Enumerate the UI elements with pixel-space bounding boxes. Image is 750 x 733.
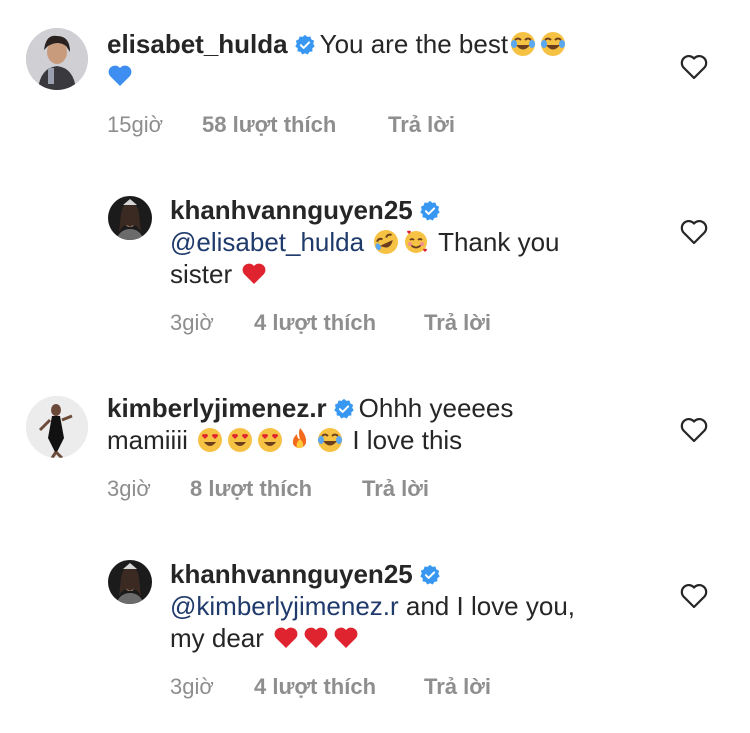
like-heart-icon[interactable]	[680, 54, 708, 80]
mention-link[interactable]: @kimberlyjimenez.r	[170, 591, 399, 621]
verified-badge-icon	[294, 34, 315, 55]
red-heart-emoji	[304, 627, 328, 648]
comment-meta: 3giờ 4 lượt thích Trả lời	[170, 674, 491, 700]
avatar[interactable]	[26, 396, 88, 458]
likes-count[interactable]: 4 lượt thích	[254, 310, 424, 336]
blue-heart-emoji	[108, 65, 132, 86]
comment-meta: 15giờ 58 lượt thích Trả lời	[107, 112, 455, 138]
reply-button[interactable]: Trả lời	[424, 310, 491, 336]
comment-meta: 3giờ 8 lượt thích Trả lời	[107, 476, 429, 502]
comment-text: Thank you	[438, 227, 560, 257]
username[interactable]: kimberlyjimenez.r	[107, 393, 327, 423]
mention-link[interactable]: @elisabet_hulda	[170, 227, 364, 257]
comment-text: You are the best	[319, 29, 509, 59]
username[interactable]: khanhvannguyen25	[170, 559, 413, 589]
avatar[interactable]	[26, 28, 88, 90]
timestamp: 3giờ	[107, 476, 151, 501]
face-with-tears-of-joy-emoji	[318, 428, 343, 452]
username[interactable]: khanhvannguyen25	[170, 195, 413, 225]
fire-emoji	[292, 428, 307, 449]
verified-badge-icon	[420, 200, 440, 221]
avatar[interactable]	[108, 560, 152, 604]
comment-text: I love this	[352, 425, 463, 455]
face-with-tears-of-joy-emoji	[541, 32, 566, 56]
timestamp: 3giờ	[170, 310, 214, 335]
reply-button[interactable]: Trả lời	[388, 112, 455, 138]
like-heart-icon[interactable]	[680, 583, 708, 609]
username[interactable]: elisabet_hulda	[107, 29, 288, 59]
like-heart-icon[interactable]	[680, 219, 708, 245]
reply-button[interactable]: Trả lời	[424, 674, 491, 700]
verified-badge-icon	[333, 398, 354, 419]
likes-count[interactable]: 8 lượt thích	[190, 476, 362, 502]
heart-eyes-emoji	[228, 428, 253, 452]
comment-body: khanhvannguyen25 @elisabet_hulda Thank y…	[170, 194, 670, 290]
like-heart-icon[interactable]	[680, 417, 708, 443]
rolling-on-floor-laughing-emoji	[374, 230, 399, 254]
red-heart-emoji	[334, 627, 358, 648]
heart-eyes-emoji	[258, 428, 283, 452]
red-heart-emoji	[242, 263, 266, 284]
comment-meta: 3giờ 4 lượt thích Trả lời	[170, 310, 491, 336]
comment-body: khanhvannguyen25 @kimberlyjimenez.r and …	[170, 558, 670, 654]
comment-text: sister	[170, 259, 233, 289]
comment-text: mamiiii	[107, 425, 188, 455]
smiling-face-with-hearts-emoji	[405, 230, 428, 253]
avatar[interactable]	[108, 196, 152, 240]
verified-badge-icon	[420, 564, 440, 585]
comment-body: elisabet_hulda You are the best	[107, 28, 667, 92]
timestamp: 3giờ	[170, 674, 214, 699]
heart-eyes-emoji	[198, 428, 223, 452]
likes-count[interactable]: 4 lượt thích	[254, 674, 424, 700]
comment-text: and I love you,	[405, 591, 576, 621]
comment-text: Ohhh yeeees	[358, 393, 514, 423]
comment-text: my dear	[170, 623, 264, 653]
likes-count[interactable]: 58 lượt thích	[202, 112, 388, 138]
comment-body: kimberlyjimenez.r Ohhh yeeees mamiiii I l…	[107, 392, 667, 456]
red-heart-emoji	[274, 627, 298, 648]
face-with-tears-of-joy-emoji	[511, 32, 536, 56]
reply-button[interactable]: Trả lời	[362, 476, 429, 502]
timestamp: 15giờ	[107, 112, 164, 137]
